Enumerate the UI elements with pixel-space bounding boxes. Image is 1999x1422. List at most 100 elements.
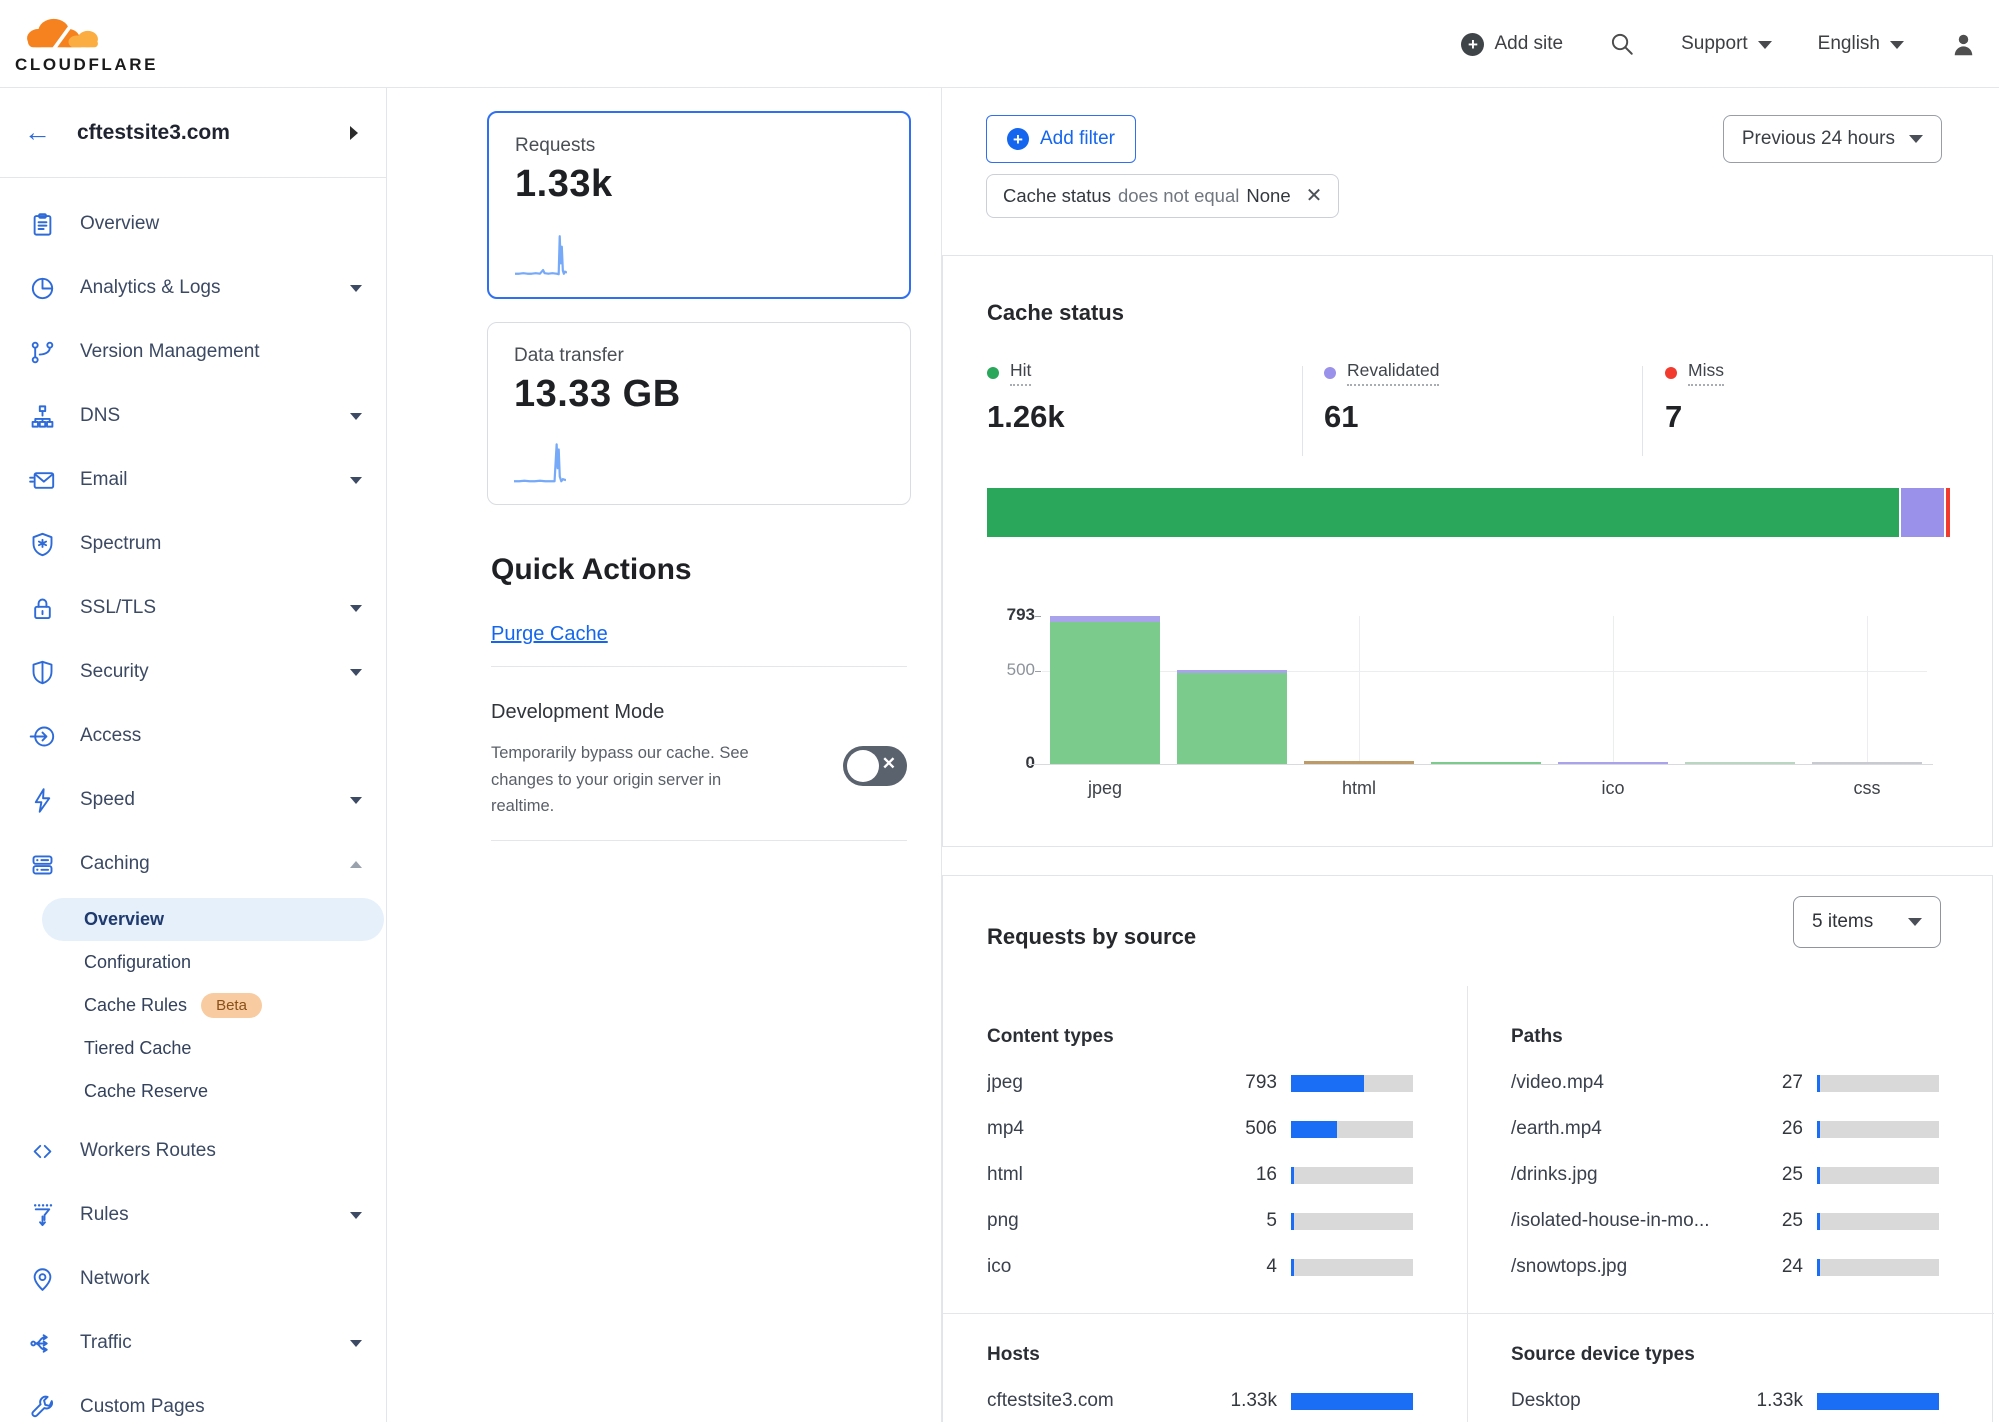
metric-row-snowtops-jpg[interactable]: /snowtops.jpg24 (1511, 1244, 1939, 1290)
metric-row-ico[interactable]: ico4 (987, 1244, 1413, 1290)
time-range-dropdown[interactable]: Previous 24 hours (1723, 115, 1942, 163)
metric-value: 5 (1211, 1210, 1277, 1232)
sidebar-item-speed[interactable]: Speed (0, 768, 386, 832)
x-axis-label: ico (1553, 778, 1673, 799)
sidebar-item-caching[interactable]: Caching (0, 832, 386, 896)
sidebar-item-overview[interactable]: Overview (0, 192, 386, 256)
development-mode-toggle[interactable]: ✕ (843, 746, 907, 786)
chart-bar-png[interactable] (1431, 762, 1541, 764)
sidebar-subitem-configuration[interactable]: Configuration (0, 941, 386, 984)
access-icon (28, 722, 56, 750)
metric-bar-track (1817, 1075, 1939, 1092)
sidebar-item-ssl-tls[interactable]: SSL/TLS (0, 576, 386, 640)
email-icon (28, 466, 56, 494)
metric-row-html[interactable]: html16 (987, 1152, 1413, 1198)
sidebar-item-version-management[interactable]: Version Management (0, 320, 386, 384)
metric-row-png[interactable]: png5 (987, 1198, 1413, 1244)
cache-status-title: Cache status (987, 300, 1124, 326)
sidebar-item-analytics-logs[interactable]: Analytics & Logs (0, 256, 386, 320)
legend-item-hit: Hit1.26k (987, 360, 1065, 435)
metric-bar-track (1817, 1121, 1939, 1138)
sidebar-item-dns[interactable]: DNS (0, 384, 386, 448)
sidebar-item-label: Analytics & Logs (80, 277, 350, 299)
user-icon[interactable] (1950, 31, 1977, 58)
metric-bar-fill (1817, 1259, 1820, 1276)
add-filter-button[interactable]: + Add filter (986, 115, 1136, 163)
brand-wordmark: CLOUDFLARE (15, 55, 145, 75)
toggle-off-x-icon: ✕ (882, 754, 896, 774)
metric-row-video-mp4[interactable]: /video.mp427 (1511, 1060, 1939, 1106)
chevron-up-icon (350, 861, 362, 868)
chevron-down-icon (350, 1212, 362, 1219)
site-selector[interactable]: ← cftestsite3.com (0, 88, 386, 178)
legend-toggle-hit[interactable]: Hit (987, 360, 1065, 386)
metric-value: 1.33k (1211, 1390, 1277, 1412)
metric-row-jpeg[interactable]: jpeg793 (987, 1060, 1413, 1106)
metric-row-cftestsite3-com[interactable]: cftestsite3.com1.33k (987, 1378, 1413, 1422)
sidebar-item-label: Version Management (80, 341, 362, 363)
items-count-dropdown[interactable]: 5 items (1793, 896, 1941, 948)
chart-bar-ico[interactable] (1558, 762, 1668, 764)
y-tick-mark (1035, 616, 1041, 617)
sidebar-item-access[interactable]: Access (0, 704, 386, 768)
chart-bar-css[interactable] (1812, 762, 1922, 764)
chart-bar-jpeg[interactable] (1050, 616, 1160, 764)
chevron-down-icon (350, 669, 362, 676)
purge-cache-link[interactable]: Purge Cache (491, 623, 608, 646)
sidebar-item-spectrum[interactable]: Spectrum (0, 512, 386, 576)
metric-row-earth-mp4[interactable]: /earth.mp426 (1511, 1106, 1939, 1152)
requests-summary-card[interactable]: Requests 1.33k (487, 111, 911, 299)
sidebar-item-security[interactable]: Security (0, 640, 386, 704)
chart-bar-mp4[interactable] (1177, 670, 1287, 764)
content-types-column: Content typesjpeg793mp4506html16png5ico4 (987, 1026, 1413, 1290)
sidebar-item-network[interactable]: Network (0, 1247, 386, 1311)
sidebar-item-workers-routes[interactable]: Workers Routes (0, 1119, 386, 1183)
metric-bar-fill (1817, 1167, 1820, 1184)
sidebar-subitem-cache-reserve[interactable]: Cache Reserve (0, 1070, 386, 1113)
metric-row-mp4[interactable]: mp4506 (987, 1106, 1413, 1152)
divider (491, 840, 907, 841)
metric-value: 506 (1211, 1118, 1277, 1140)
filter-chip[interactable]: Cache status does not equal None ✕ (986, 174, 1339, 218)
legend-separator (1302, 366, 1303, 456)
top-header: CLOUDFLARE + Add site Support English (0, 0, 1999, 88)
metric-bar-track (1817, 1167, 1939, 1184)
chevron-down-icon (1890, 41, 1904, 49)
chart-bar-html[interactable] (1304, 761, 1414, 764)
support-menu[interactable]: Support (1681, 33, 1772, 55)
sidebar-item-custom-pages[interactable]: Custom Pages (0, 1375, 386, 1422)
sidebar-subitem-cache-rules[interactable]: Cache RulesBeta (0, 984, 386, 1027)
metric-bar-track (1817, 1259, 1939, 1276)
legend-toggle-revalidated[interactable]: Revalidated (1324, 360, 1439, 386)
metric-bar-track (1291, 1393, 1413, 1410)
language-menu[interactable]: English (1818, 33, 1904, 55)
toggle-knob (847, 750, 879, 782)
back-arrow-icon[interactable]: ← (24, 119, 51, 146)
add-site-button[interactable]: + Add site (1461, 33, 1563, 56)
metric-value: 27 (1737, 1072, 1803, 1094)
branch-icon (28, 338, 56, 366)
sidebar-item-rules[interactable]: Rules (0, 1183, 386, 1247)
search-icon[interactable] (1609, 31, 1635, 57)
sidebar-subitem-label: Cache Rules (84, 995, 187, 1016)
hosts-column: Hostscftestsite3.com1.33k (987, 1344, 1413, 1422)
proportion-segment-hit (987, 488, 1899, 537)
legend-toggle-miss[interactable]: Miss (1665, 360, 1724, 386)
metric-row-isolated-house-in-mo[interactable]: /isolated-house-in-mo...25 (1511, 1198, 1939, 1244)
cloudflare-logo[interactable]: CLOUDFLARE (15, 6, 145, 75)
sidebar-item-email[interactable]: Email (0, 448, 386, 512)
y-tick-mark (1035, 671, 1041, 672)
bar-segment-other (1304, 761, 1414, 764)
metric-label: cftestsite3.com (987, 1390, 1211, 1412)
chart-bar-unlabeled[interactable] (1685, 762, 1795, 764)
data-transfer-summary-card[interactable]: Data transfer 13.33 GB (487, 322, 911, 505)
metric-row-desktop[interactable]: Desktop1.33k (1511, 1378, 1939, 1422)
sidebar-item-traffic[interactable]: Traffic (0, 1311, 386, 1375)
sidebar-subitem-label: Cache Reserve (84, 1081, 208, 1102)
metric-row-drinks-jpg[interactable]: /drinks.jpg25 (1511, 1152, 1939, 1198)
metric-bar-track (1291, 1167, 1413, 1184)
sidebar-subitem-tiered-cache[interactable]: Tiered Cache (0, 1027, 386, 1070)
remove-filter-icon[interactable]: ✕ (1306, 186, 1323, 206)
cache-status-proportion-bar (987, 488, 1950, 537)
sidebar-subitem-overview[interactable]: Overview (42, 898, 384, 941)
